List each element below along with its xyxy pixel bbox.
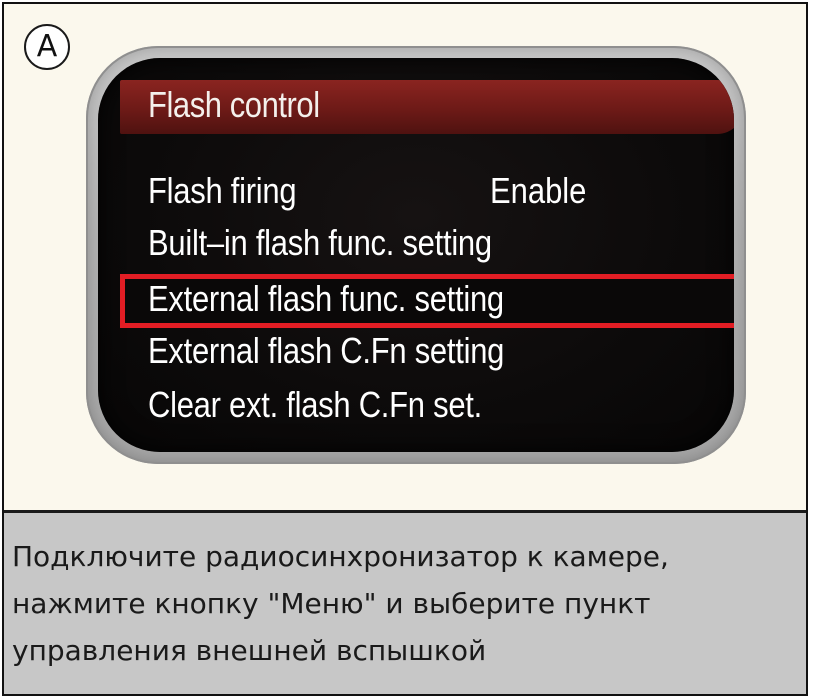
caption-line: Подключите радиосинхронизатор к камере, xyxy=(12,540,669,573)
menu-item-label: Clear ext. flash C.Fn set. xyxy=(148,384,482,425)
caption-line: нажмите кнопку "Меню" и выберите пункт xyxy=(12,587,651,620)
menu-item-clear-ext-flash-cfn[interactable]: Clear ext. flash C.Fn set. xyxy=(120,380,734,434)
instruction-frame: A Flash control Flash firing Enable Buil… xyxy=(2,2,808,696)
menu-item-value: Enable xyxy=(490,170,587,211)
illustration-panel: A Flash control Flash firing Enable Buil… xyxy=(4,4,806,508)
menu-item-built-in-flash-setting[interactable]: Built–in flash func. setting xyxy=(120,218,734,272)
menu-header: Flash control xyxy=(120,80,734,134)
menu-item-external-flash-func-setting[interactable]: External flash func. setting xyxy=(120,274,734,328)
caption-panel: Подключите радиосинхронизатор к камере, … xyxy=(4,510,806,694)
instruction-caption: Подключите радиосинхронизатор к камере, … xyxy=(12,533,802,674)
camera-screen-bezel: Flash control Flash firing Enable Built–… xyxy=(86,46,746,464)
caption-line: управления внешней вспышкой xyxy=(12,634,487,667)
menu-item-label: External flash func. setting xyxy=(148,278,504,319)
step-badge: A xyxy=(24,24,70,70)
menu-item-flash-firing[interactable]: Flash firing Enable xyxy=(120,166,734,220)
menu-item-external-flash-cfn-setting[interactable]: External flash C.Fn setting xyxy=(120,326,734,380)
menu-item-label: Built–in flash func. setting xyxy=(148,222,492,263)
menu-title: Flash control xyxy=(148,84,320,125)
menu-item-label: External flash C.Fn setting xyxy=(148,330,505,371)
camera-lcd-screen: Flash control Flash firing Enable Built–… xyxy=(98,58,734,452)
menu-item-label: Flash firing xyxy=(148,170,297,211)
